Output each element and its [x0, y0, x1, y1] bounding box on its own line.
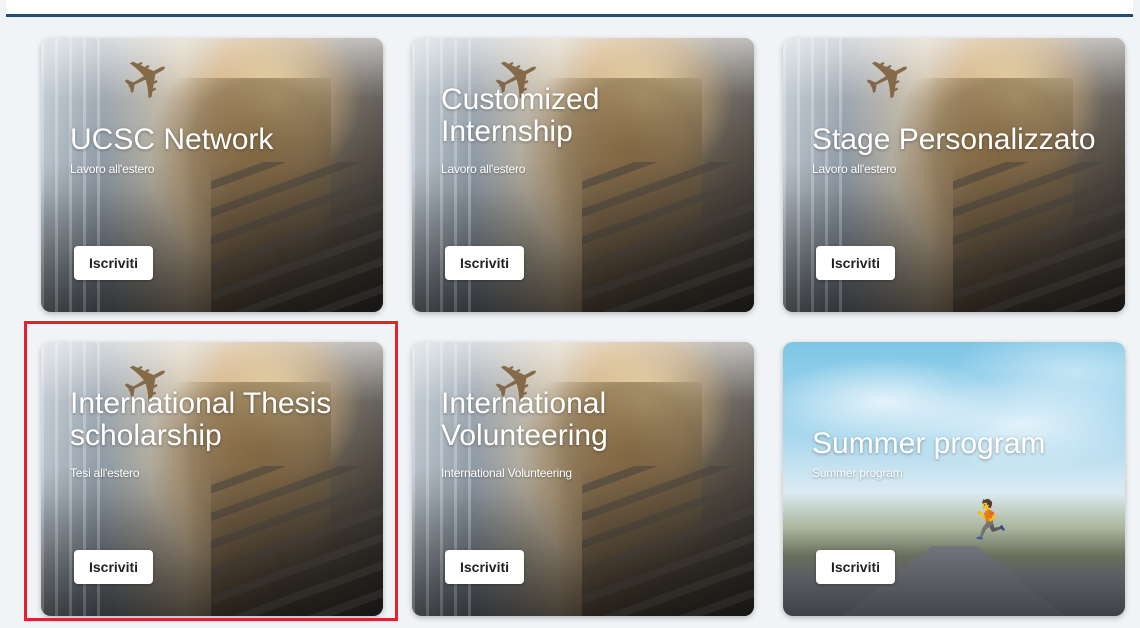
card-subtitle: Lavoro all'estero: [70, 162, 155, 176]
top-bar: [6, 0, 1133, 17]
card-summer-program[interactable]: 🏃 Summer program Summer program Iscrivit…: [783, 342, 1125, 616]
card-international-thesis-scholarship[interactable]: ✈ International Thesis scholarship Tesi …: [41, 342, 383, 616]
card-subtitle: Tesi all'estero: [70, 466, 140, 480]
subscribe-button[interactable]: Iscriviti: [445, 246, 525, 280]
subscribe-button[interactable]: Iscriviti: [816, 550, 896, 584]
card-title: Summer program: [812, 427, 1046, 460]
subscribe-button[interactable]: Iscriviti: [74, 550, 154, 584]
subscribe-button[interactable]: Iscriviti: [445, 550, 525, 584]
card-customized-internship[interactable]: ✈ Customized Internship Lavoro all'ester…: [412, 38, 754, 312]
card-subtitle: Lavoro all'estero: [441, 162, 526, 176]
card-subtitle: Summer program: [812, 466, 903, 480]
card-stage-personalizzato[interactable]: ✈ Stage Personalizzato Lavoro all'estero…: [783, 38, 1125, 312]
card-international-volunteering[interactable]: ✈ International Volunteering Internation…: [412, 342, 754, 616]
card-subtitle: International Volunteering: [441, 466, 572, 480]
card-title: Stage Personalizzato: [812, 123, 1096, 156]
card-title: International Thesis scholarship: [70, 387, 332, 452]
card-title: International Volunteering: [441, 387, 608, 452]
subscribe-button[interactable]: Iscriviti: [816, 246, 896, 280]
card-ucsc-network[interactable]: ✈ UCSC Network Lavoro all'estero Iscrivi…: [41, 38, 383, 312]
card-title: Customized Internship: [441, 83, 600, 148]
card-subtitle: Lavoro all'estero: [812, 162, 897, 176]
page: ✈ UCSC Network Lavoro all'estero Iscrivi…: [0, 0, 1140, 628]
subscribe-button[interactable]: Iscriviti: [74, 246, 154, 280]
card-title: UCSC Network: [70, 123, 274, 156]
